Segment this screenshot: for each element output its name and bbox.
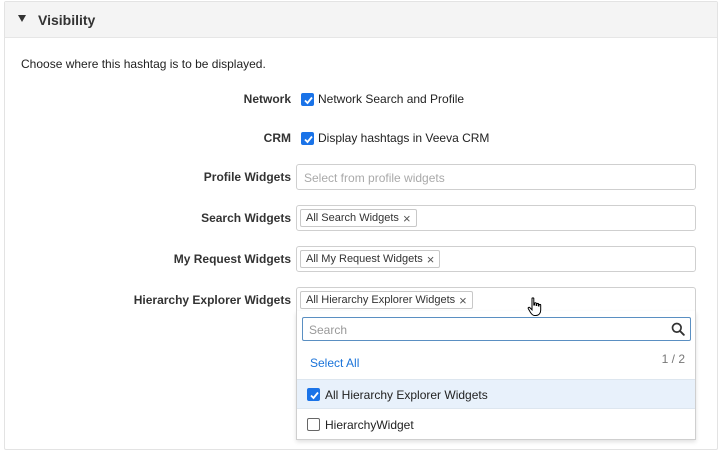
selection-count: 1 / 2 — [661, 352, 685, 366]
my-request-widgets-label: My Request Widgets — [173, 252, 291, 266]
profile-widgets-select[interactable]: Select from profile widgets — [296, 164, 696, 190]
caret-down-icon[interactable] — [18, 15, 26, 22]
tag-label: All Hierarchy Explorer Widgets — [306, 294, 456, 306]
network-checkbox-label[interactable]: Network Search and Profile — [318, 92, 464, 106]
remove-tag-icon[interactable]: × — [459, 294, 467, 307]
intro-text: Choose where this hashtag is to be displ… — [21, 57, 266, 71]
option-label: All Hierarchy Explorer Widgets — [325, 388, 488, 402]
tag-label: All Search Widgets — [306, 212, 399, 224]
hierarchy-explorer-widgets-label: Hierarchy Explorer Widgets — [133, 293, 291, 307]
search-placeholder: Search — [309, 323, 348, 337]
search-icon[interactable] — [671, 322, 685, 336]
my-request-widgets-tag: All My Request Widgets × — [300, 250, 441, 268]
hierarchy-explorer-widgets-select[interactable]: All Hierarchy Explorer Widgets × — [296, 287, 696, 313]
crm-checkbox-label[interactable]: Display hashtags in Veeva CRM — [318, 131, 489, 145]
dropdown-option-all-hierarchy[interactable]: All Hierarchy Explorer Widgets — [297, 379, 695, 409]
checkmark-icon — [304, 135, 313, 144]
option-checkbox[interactable] — [307, 388, 320, 401]
tag-label: All My Request Widgets — [306, 253, 423, 265]
profile-widgets-label: Profile Widgets — [203, 170, 291, 184]
remove-tag-icon[interactable]: × — [403, 212, 411, 225]
search-widgets-label: Search Widgets — [201, 211, 291, 225]
remove-tag-icon[interactable]: × — [427, 253, 435, 266]
hierarchy-explorer-widgets-tag: All Hierarchy Explorer Widgets × — [300, 291, 473, 309]
checkmark-icon — [304, 96, 313, 105]
hierarchy-widgets-dropdown: Search Select All 1 / 2 All Hierarchy Ex… — [296, 311, 696, 440]
hand-cursor-icon — [527, 297, 542, 316]
select-all-link[interactable]: Select All — [310, 356, 359, 370]
crm-checkbox[interactable] — [301, 132, 314, 145]
search-widgets-select[interactable]: All Search Widgets × — [296, 205, 696, 231]
option-label: HierarchyWidget — [325, 418, 414, 432]
network-label: Network — [243, 92, 291, 106]
profile-widgets-placeholder: Select from profile widgets — [304, 171, 445, 185]
search-widgets-tag: All Search Widgets × — [300, 209, 417, 227]
checkmark-icon — [310, 391, 319, 400]
dropdown-option-hierarchywidget[interactable]: HierarchyWidget — [297, 410, 695, 440]
network-checkbox[interactable] — [301, 93, 314, 106]
section-header[interactable]: Visibility — [5, 2, 717, 38]
section-title: Visibility — [38, 12, 96, 28]
dropdown-search-input[interactable]: Search — [302, 317, 691, 341]
option-checkbox[interactable] — [307, 418, 320, 431]
crm-label: CRM — [263, 131, 291, 145]
my-request-widgets-select[interactable]: All My Request Widgets × — [296, 246, 696, 272]
